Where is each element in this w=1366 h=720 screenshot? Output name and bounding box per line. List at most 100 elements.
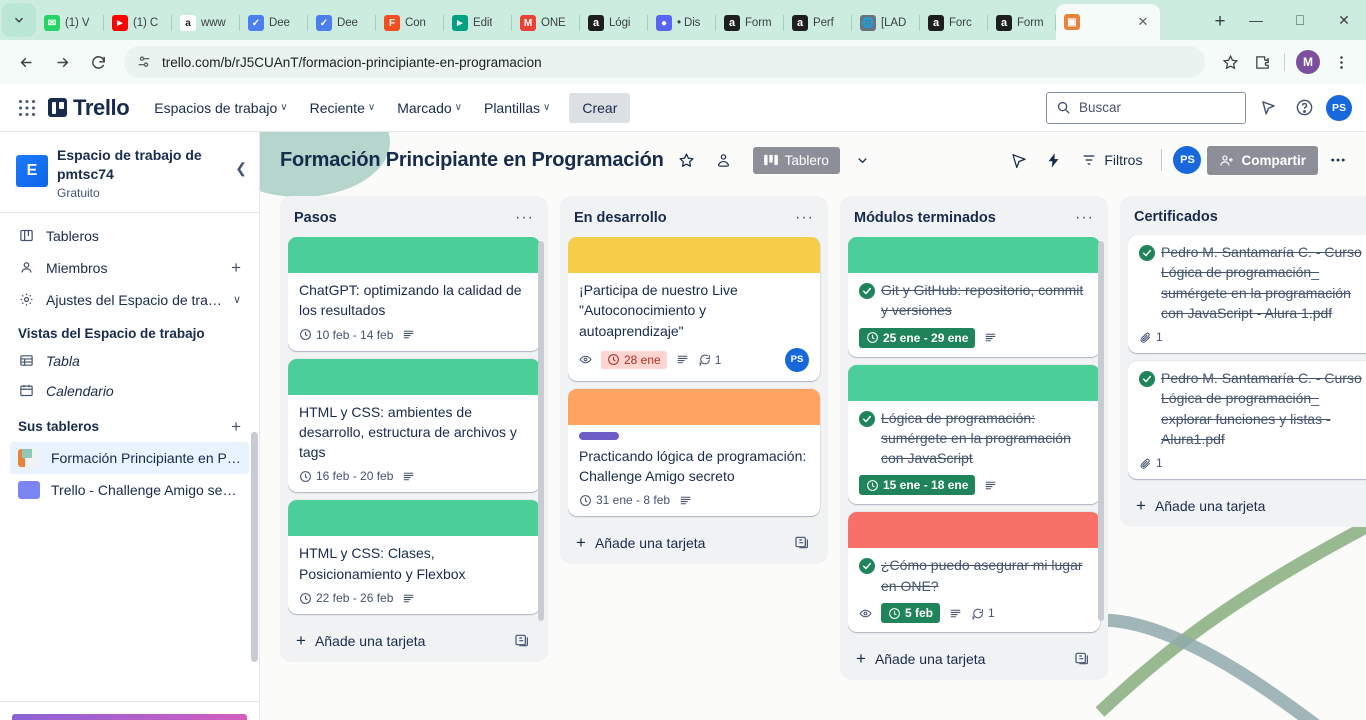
card-template-icon[interactable] — [1074, 650, 1096, 669]
browser-tab[interactable]: ▣ ✕ — [1056, 4, 1160, 40]
browser-tab[interactable]: ✓ Dee — [240, 6, 308, 40]
board-card[interactable]: Git y GitHub: repositorio, commit y vers… — [848, 237, 1100, 357]
board-card[interactable]: Practicando lógica de programación: Chal… — [568, 388, 820, 517]
board-canvas: Formación Principiante en Programación T… — [260, 132, 1366, 720]
sidebar-view-calendario[interactable]: Calendario — [10, 376, 249, 406]
list-title[interactable]: Pasos — [294, 210, 515, 226]
add-card-button[interactable]: + Añade una tarjeta — [568, 524, 824, 556]
help-icon[interactable] — [1290, 94, 1318, 122]
share-button[interactable]: Compartir — [1207, 145, 1318, 175]
nav-reciente[interactable]: Reciente ∨ — [301, 94, 385, 122]
notifications-bell-icon[interactable] — [1254, 94, 1282, 122]
sidebar-board-challenge[interactable]: Trello - Challenge Amigo secret... — [10, 474, 249, 506]
browser-tab[interactable]: a www — [172, 6, 240, 40]
card-title-text: HTML y CSS: ambientes de desarrollo, est… — [299, 403, 517, 461]
browser-tab[interactable]: M ONE — [512, 6, 580, 40]
card-member-avatar[interactable]: PS — [785, 347, 809, 372]
visibility-workspace-icon[interactable] — [710, 146, 738, 174]
list-menu-icon[interactable]: ··· — [795, 209, 818, 227]
workspace-header[interactable]: E Espacio de trabajo de pmtsc74 Gratuito… — [0, 132, 259, 213]
nav-marcado[interactable]: Marcado ∨ — [388, 94, 471, 122]
add-board-icon[interactable]: + — [231, 417, 241, 437]
maximize-button[interactable]: ⎕ — [1278, 0, 1322, 40]
browser-tab[interactable]: ✉ (1) V — [36, 6, 104, 40]
extensions-icon[interactable] — [1247, 47, 1277, 77]
browser-tab[interactable]: a Form — [716, 6, 784, 40]
user-avatar[interactable]: PS — [1326, 94, 1352, 121]
add-member-icon[interactable]: + — [231, 258, 241, 278]
automation-bolt-icon[interactable] — [1039, 146, 1067, 174]
list-menu-icon[interactable]: ··· — [1075, 209, 1098, 227]
list-title[interactable]: Módulos terminados — [854, 210, 1075, 226]
tab-search-button[interactable] — [2, 3, 36, 37]
complete-check-icon[interactable] — [859, 283, 875, 299]
complete-check-icon[interactable] — [859, 410, 875, 427]
collapse-sidebar-icon[interactable]: ❮ — [235, 146, 247, 177]
board-card[interactable]: HTML y CSS: ambientes de desarrollo, est… — [288, 358, 540, 493]
new-tab-button[interactable]: + — [1206, 8, 1234, 36]
close-window-button[interactable]: ✕ — [1322, 0, 1366, 40]
sidebar-item-ajustes[interactable]: Ajustes del Espacio de trabajo ∨ — [10, 285, 249, 315]
card-template-icon[interactable] — [794, 534, 816, 553]
complete-check-icon[interactable] — [859, 558, 875, 575]
browser-tab[interactable]: a Form — [988, 6, 1056, 40]
filters-button[interactable]: Filtros — [1073, 146, 1150, 174]
try-premium-button[interactable]: Prueba Premium gratis — [12, 714, 247, 720]
add-card-button[interactable]: + Añade una tarjeta — [848, 640, 1104, 672]
address-bar[interactable]: trello.com/b/rJ5CUAnT/formacion-principi… — [124, 46, 1205, 78]
nav-plantillas[interactable]: Plantillas ∨ — [475, 94, 559, 122]
forward-button[interactable] — [46, 46, 78, 78]
minimize-button[interactable]: — — [1234, 0, 1278, 40]
board-card[interactable]: HTML y CSS: Clases, Posicionamiento y Fl… — [288, 500, 540, 615]
board-view-switcher[interactable]: Tablero — [752, 146, 840, 174]
browser-tab[interactable]: ► (1) C — [104, 6, 172, 40]
search-input[interactable]: Buscar — [1046, 91, 1246, 124]
add-card-button[interactable]: + Añade una tarjeta — [288, 622, 544, 654]
browser-tab[interactable]: a Perf — [784, 6, 852, 40]
board-card[interactable]: ¡Participa de nuestro Live "Autoconocimi… — [568, 237, 820, 381]
browser-tab[interactable]: a Forc — [920, 6, 988, 40]
list-scrollbar[interactable] — [1098, 241, 1104, 621]
reload-button[interactable] — [82, 46, 114, 78]
bookmark-star-icon[interactable] — [1215, 47, 1245, 77]
chrome-menu-icon[interactable] — [1326, 47, 1356, 77]
board-rocket-icon[interactable] — [1005, 146, 1033, 174]
star-icon[interactable] — [673, 146, 701, 174]
browser-tab[interactable]: ✓ Dee — [308, 6, 376, 40]
list-title[interactable]: En desarrollo — [574, 210, 795, 226]
view-chevron-icon[interactable] — [849, 146, 877, 174]
sidebar-board-formacion[interactable]: Formación Principiante en Prog... — [10, 441, 249, 474]
board-member-avatar[interactable]: PS — [1173, 146, 1202, 174]
sidebar-view-tabla[interactable]: Tabla — [10, 346, 249, 376]
browser-profile-avatar[interactable]: M — [1296, 50, 1320, 74]
sidebar-scrollbar[interactable] — [251, 432, 258, 662]
board-card[interactable]: Pedro M. Santamaría C. - Curso Lógica de… — [1128, 361, 1366, 480]
card-label[interactable] — [579, 431, 619, 440]
card-template-icon[interactable] — [514, 632, 536, 651]
sidebar-item-miembros[interactable]: Miembros + — [10, 251, 249, 285]
browser-tab[interactable]: ● • Dis — [648, 6, 716, 40]
list-scrollbar[interactable] — [538, 241, 544, 621]
board-card[interactable]: ¿Cómo puedo asegurar mi lugar en ONE? 5 f… — [848, 512, 1100, 633]
complete-check-icon[interactable] — [1139, 371, 1155, 388]
apps-grid-icon[interactable] — [14, 95, 40, 121]
trello-logo[interactable]: Trello — [48, 95, 130, 121]
create-button[interactable]: Crear — [569, 92, 631, 123]
browser-tab[interactable]: 🌐 [LAD — [852, 6, 920, 40]
board-card[interactable]: ChatGPT: optimizando la calidad de los r… — [288, 237, 540, 351]
back-button[interactable] — [10, 46, 42, 78]
complete-check-icon[interactable] — [1139, 245, 1155, 261]
board-card[interactable]: Lógica de programación: sumérgete en la … — [848, 364, 1100, 505]
browser-tab[interactable]: a Lógi — [580, 6, 648, 40]
list-menu-icon[interactable]: ··· — [515, 209, 538, 227]
chevron-down-icon[interactable]: ∨ — [233, 293, 241, 306]
board-card[interactable]: Pedro M. Santamaría C. - Curso Lógica de… — [1128, 235, 1366, 354]
list-title[interactable]: Certificados — [1134, 209, 1366, 225]
nav-espacios-de-trabajo[interactable]: Espacios de trabajo ∨ — [145, 94, 296, 122]
browser-tab[interactable]: F Con — [376, 6, 444, 40]
board-menu-icon[interactable] — [1324, 146, 1352, 174]
browser-tab[interactable]: ► Edit — [444, 6, 512, 40]
add-card-button[interactable]: + Añade una tarjeta — [1128, 487, 1366, 519]
sidebar-item-tableros[interactable]: Tableros — [10, 221, 249, 251]
close-tab-icon[interactable]: ✕ — [1134, 13, 1152, 31]
